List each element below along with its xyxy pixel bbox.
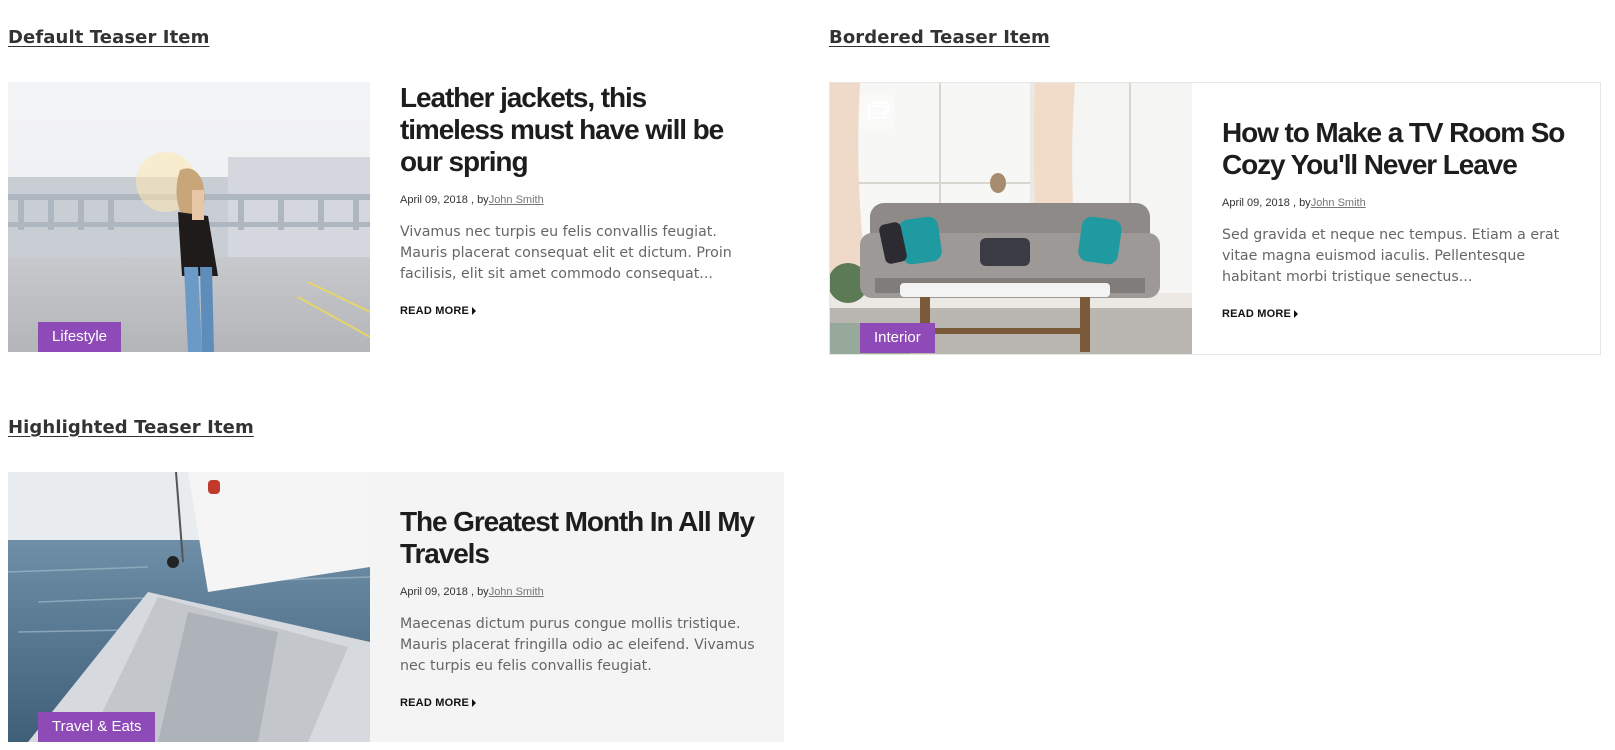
read-more-link-highlighted[interactable]: READ MORE — [400, 697, 477, 709]
teaser-title-default[interactable]: Leather jackets, this timeless must have… — [400, 82, 750, 178]
teaser-content-bordered: How to Make a TV Room So Cozy You'll Nev… — [1192, 83, 1600, 354]
teaser-excerpt-highlighted: Maecenas dictum purus congue mollis tris… — [400, 616, 755, 674]
category-badge-travel[interactable]: Travel & Eats — [38, 712, 156, 742]
section-heading-highlighted: Highlighted Teaser Item — [8, 417, 254, 438]
teaser-excerpt-bordered: Sed gravida et neque nec tempus. Etiam a… — [1222, 227, 1560, 285]
lifestyle-photo — [8, 82, 370, 352]
category-badge-interior[interactable]: Interior — [860, 323, 935, 353]
author-link[interactable]: John Smith — [489, 586, 544, 598]
byline-separator: , by — [470, 194, 489, 206]
read-more-link-bordered[interactable]: READ MORE — [1222, 308, 1299, 320]
section-heading-default: Default Teaser Item — [8, 27, 210, 48]
read-more-label: READ MORE — [400, 697, 470, 709]
post-date: April 09, 2018 — [400, 586, 468, 598]
teaser-content-highlighted: The Greatest Month In All My Travels Apr… — [370, 472, 784, 742]
section-heading-bordered: Bordered Teaser Item — [829, 27, 1050, 48]
category-badge-lifestyle[interactable]: Lifestyle — [38, 322, 122, 352]
post-date: April 09, 2018 — [1222, 197, 1290, 209]
byline-separator: , by — [1292, 197, 1311, 209]
teaser-meta-default: April 09, 2018 , byJohn Smith — [400, 194, 750, 206]
byline-separator: , by — [470, 586, 489, 598]
read-more-label: READ MORE — [1222, 308, 1292, 320]
author-link[interactable]: John Smith — [489, 194, 544, 206]
teaser-image-default[interactable]: Lifestyle — [8, 82, 370, 352]
teaser-highlighted: Travel & Eats The Greatest Month In All … — [8, 472, 784, 742]
read-more-link-default[interactable]: READ MORE — [400, 305, 477, 317]
teaser-default: Lifestyle Leather jackets, this timeless… — [8, 82, 768, 352]
teaser-title-highlighted[interactable]: The Greatest Month In All My Travels — [400, 506, 766, 570]
caret-right-icon — [472, 699, 477, 707]
teaser-content-default: Leather jackets, this timeless must have… — [370, 82, 768, 352]
read-more-label: READ MORE — [400, 305, 470, 317]
teaser-excerpt-default: Vivamus nec turpis eu felis convallis fe… — [400, 224, 732, 282]
gallery-icon — [868, 102, 889, 119]
caret-right-icon — [472, 307, 477, 315]
teaser-title-bordered[interactable]: How to Make a TV Room So Cozy You'll Nev… — [1222, 117, 1582, 181]
author-link[interactable]: John Smith — [1311, 197, 1366, 209]
gallery-badge — [860, 95, 894, 129]
teaser-image-highlighted[interactable]: Travel & Eats — [8, 472, 370, 742]
sailing-photo — [8, 472, 370, 742]
teaser-meta-bordered: April 09, 2018 , byJohn Smith — [1222, 197, 1582, 209]
teaser-meta-highlighted: April 09, 2018 , byJohn Smith — [400, 586, 766, 598]
caret-right-icon — [1294, 310, 1299, 318]
teaser-bordered: Interior How to Make a TV Room So Cozy Y… — [829, 82, 1601, 355]
teaser-image-bordered[interactable]: Interior — [830, 83, 1192, 354]
post-date: April 09, 2018 — [400, 194, 468, 206]
